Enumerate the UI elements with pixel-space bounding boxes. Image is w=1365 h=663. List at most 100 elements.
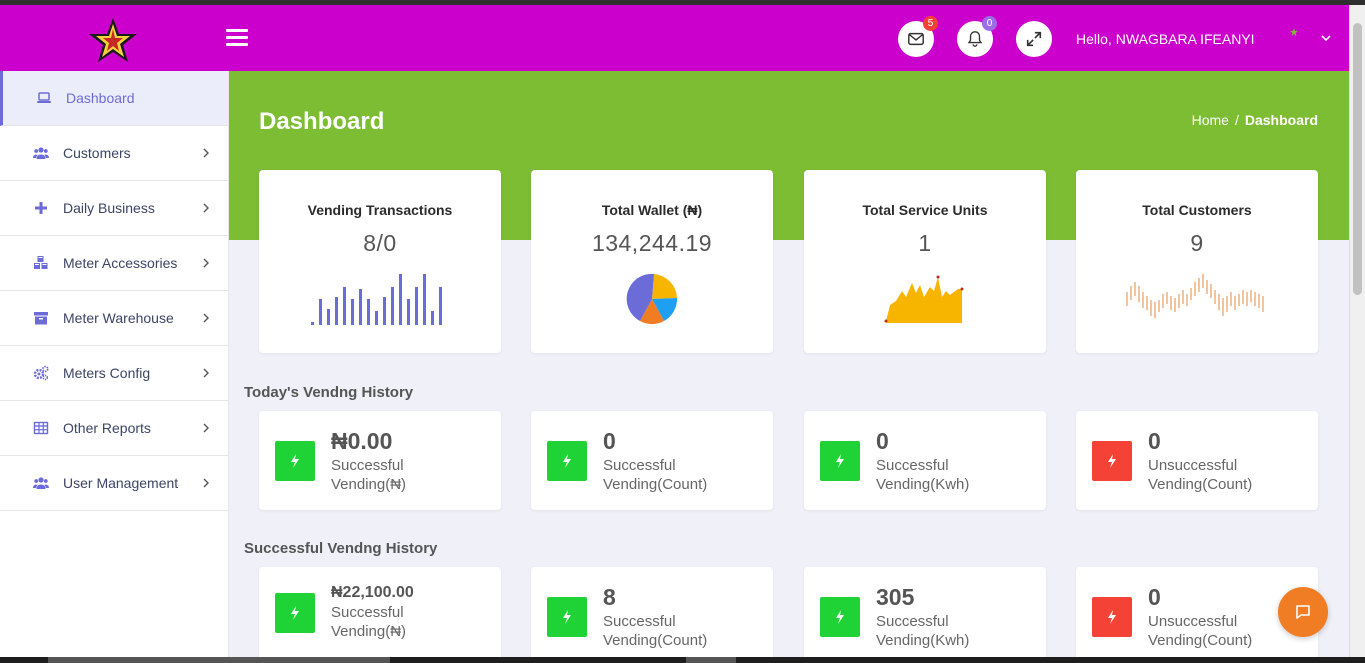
greeting-text: Hello, [1076, 31, 1112, 47]
chevron-down-icon[interactable] [1320, 33, 1332, 43]
card-label: Successful Vending(Kwh) [876, 456, 1036, 494]
sidebar-item-label: Customers [63, 145, 131, 161]
card-label-line2: Vending(Count) [603, 476, 708, 493]
area-sparkline-icon [884, 275, 964, 323]
card-label-line2: Vending(Kwh) [876, 632, 970, 649]
stat-title: Vending Transactions [307, 202, 453, 218]
stat-value: 9 [1190, 230, 1204, 256]
card-label-line2: Vending(Kwh) [876, 476, 970, 493]
successful-card-kwh[interactable]: 305 Successful Vending(Kwh) [804, 567, 1046, 663]
successful-card-amount[interactable]: ₦22,100.00 Successful Vending(₦) [259, 567, 501, 663]
table-icon [32, 420, 49, 437]
breadcrumb: Home / Dashboard [1192, 112, 1318, 128]
successful-card-count[interactable]: 8 Successful Vending(Count) [531, 567, 773, 663]
card-label-line2: Vending(₦) [331, 623, 407, 640]
chevron-right-icon [203, 203, 209, 213]
chat-button[interactable] [1278, 587, 1328, 637]
today-card-kwh[interactable]: 0 Successful Vending(Kwh) [804, 411, 1046, 510]
expand-icon [1026, 31, 1042, 47]
notifications-button[interactable]: 0 [957, 16, 997, 57]
card-label-line2: Vending(Count) [603, 632, 708, 649]
sidebar-item-label: Meter Warehouse [63, 310, 174, 326]
avatar[interactable] [1290, 28, 1298, 36]
cogs-icon [32, 365, 49, 382]
sidebar-item-label: Meters Config [63, 365, 151, 381]
hamburger-icon[interactable] [226, 29, 248, 47]
sidebar-item-user-management[interactable]: User Management [0, 456, 228, 511]
stat-value: 134,244.19 [591, 230, 713, 256]
bolt-icon [547, 597, 587, 637]
cubes-icon [32, 255, 49, 272]
stat-title: Total Customers [1142, 202, 1252, 218]
bell-icon [967, 31, 983, 47]
mail-button[interactable]: 5 [898, 16, 938, 57]
bolt-icon [820, 597, 860, 637]
mail-badge: 5 [923, 16, 938, 31]
card-value: 0 [603, 428, 616, 454]
sidebar: Dashboard Customers Daily Business Meter… [0, 71, 229, 657]
breadcrumb-home-link[interactable]: Home [1192, 112, 1229, 128]
chevron-right-icon [203, 313, 209, 323]
chevron-right-icon [203, 368, 209, 378]
card-label: Successful Vending(₦) [331, 456, 491, 494]
chevron-right-icon [203, 148, 209, 158]
card-label: Successful Vending(Kwh) [876, 612, 1036, 650]
sidebar-item-daily-business[interactable]: Daily Business [0, 181, 228, 236]
today-card-unsuccessful[interactable]: 0 Unsuccessful Vending(Count) [1076, 411, 1318, 510]
chevron-right-icon [203, 423, 209, 433]
sidebar-item-label: Daily Business [63, 200, 155, 216]
vertical-scrollbar[interactable] [1349, 5, 1365, 657]
today-card-count[interactable]: 0 Successful Vending(Count) [531, 411, 773, 510]
stat-card-total-customers[interactable]: Total Customers 9 [1076, 170, 1318, 353]
card-label-line2: Vending(Count) [1148, 632, 1253, 649]
archive-icon [32, 310, 49, 327]
card-value: 0 [1148, 428, 1161, 454]
bar-sparkline-icon [311, 274, 442, 325]
sidebar-item-meters-config[interactable]: Meters Config [0, 346, 228, 401]
card-label-line1: Unsuccessful [1148, 457, 1238, 474]
envelope-icon [908, 32, 924, 46]
breadcrumb-current: Dashboard [1244, 112, 1318, 128]
sidebar-item-other-reports[interactable]: Other Reports [0, 401, 228, 456]
card-value: ₦0.00 [331, 428, 393, 454]
card-label-line2: Vending(Count) [1148, 476, 1253, 493]
card-label-line1: Successful [331, 457, 404, 474]
stat-card-total-service-units[interactable]: Total Service Units 1 [804, 170, 1046, 353]
chat-icon [1296, 605, 1310, 619]
card-value: 8 [603, 584, 616, 610]
top-header: 5 0 Hello, NWAGBARA IFEANYI [0, 5, 1349, 71]
sidebar-item-label: Meter Accessories [63, 255, 178, 271]
bolt-icon [1092, 597, 1132, 637]
bolt-icon [1092, 441, 1132, 481]
card-label: Successful Vending(₦) [331, 603, 491, 641]
scrollbar-thumb[interactable] [1353, 23, 1362, 295]
page-title: Dashboard [259, 108, 385, 135]
star-logo-icon[interactable] [86, 17, 140, 63]
chevron-right-icon [203, 258, 209, 268]
stat-card-total-wallet[interactable]: Total Wallet (₦) 134,244.19 [531, 170, 773, 353]
sidebar-item-meter-accessories[interactable]: Meter Accessories [0, 236, 228, 291]
bolt-icon [820, 441, 860, 481]
card-label: Unsuccessful Vending(Count) [1148, 456, 1308, 494]
pie-sparkline-icon [626, 273, 678, 325]
sidebar-item-customers[interactable]: Customers [0, 126, 228, 181]
section-title-today: Today's Vendng History [244, 384, 414, 401]
sidebar-item-dashboard[interactable]: Dashboard [0, 71, 228, 126]
sidebar-item-label: Dashboard [66, 90, 135, 106]
stat-title: Total Wallet (₦) [601, 202, 703, 218]
browser-bottom-strip [0, 657, 1365, 663]
stat-value: 8/0 [363, 230, 397, 256]
sidebar-item-label: User Management [63, 475, 179, 491]
sidebar-item-label: Other Reports [63, 420, 151, 436]
today-card-amount[interactable]: ₦0.00 Successful Vending(₦) [259, 411, 501, 510]
section-title-successful: Successful Vendng History [244, 540, 438, 557]
stat-card-vending-transactions[interactable]: Vending Transactions 8/0 [259, 170, 501, 353]
chevron-right-icon [203, 478, 209, 488]
card-value: ₦22,100.00 [331, 584, 414, 601]
card-label-line2: Vending(₦) [331, 476, 407, 493]
user-greeting[interactable]: Hello, NWAGBARA IFEANYI [1076, 31, 1255, 47]
card-value: 0 [1148, 584, 1161, 610]
fullscreen-button[interactable] [1016, 21, 1052, 57]
sidebar-item-meter-warehouse[interactable]: Meter Warehouse [0, 291, 228, 346]
card-label-line1: Successful [876, 613, 949, 630]
